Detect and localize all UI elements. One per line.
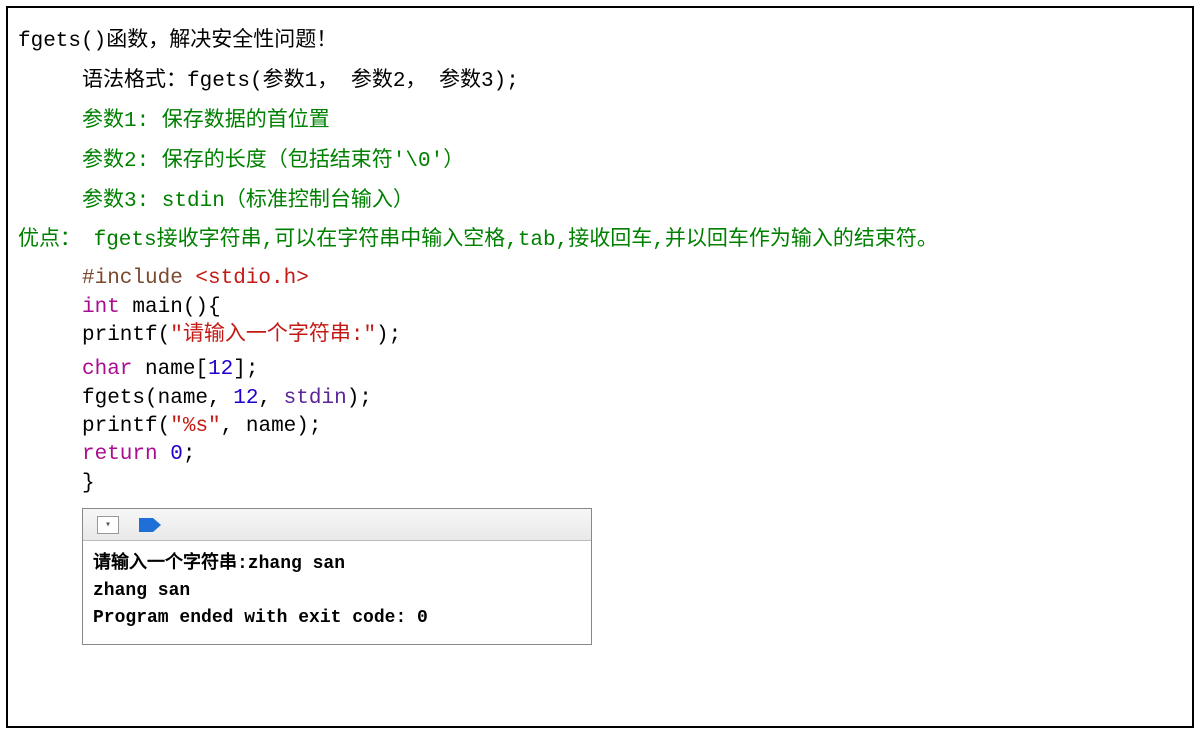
document-frame: fgets()函数，解决安全性问题！ 语法格式：fgets(参数1， 参数2， …	[6, 6, 1194, 728]
advantage-line: 优点： fgets接收字符串,可以在字符串中输入空格,tab,接收回车,并以回车…	[18, 221, 1182, 261]
console-line: Program ended with exit code: 0	[93, 605, 581, 632]
code-line-fgets: fgets(name, 12, stdin);	[82, 385, 1182, 413]
keyword-return: return	[82, 443, 158, 466]
code-block: #include <stdio.h> int main(){ printf("请…	[18, 265, 1182, 498]
code-line-decl: char name[12];	[82, 356, 1182, 384]
param3-line: 参数3: stdin（标准控制台输入）	[18, 182, 1182, 222]
keyword-int: int	[82, 296, 120, 319]
code-line-main: int main(){	[82, 294, 1182, 322]
include-header-token: <stdio.h>	[195, 267, 308, 290]
param1-line: 参数1: 保存数据的首位置	[18, 102, 1182, 142]
fn-printf: printf	[82, 324, 158, 347]
syntax-line: 语法格式：fgets(参数1， 参数2， 参数3);	[18, 62, 1182, 102]
chevron-down-icon: ▾	[105, 519, 111, 531]
keyword-char: char	[82, 358, 132, 381]
code-line-include: #include <stdio.h>	[82, 265, 1182, 293]
console-toolbar: ▾	[83, 509, 591, 541]
fn-printf2: printf	[82, 415, 158, 438]
string-literal: "请输入一个字符串:"	[170, 324, 376, 347]
number-12a: 12	[208, 358, 233, 381]
code-line-close-brace: }	[82, 470, 1182, 498]
code-line-return: return 0;	[82, 441, 1182, 469]
number-12b: 12	[233, 387, 258, 410]
console-line: zhang san	[93, 578, 581, 605]
tag-icon[interactable]	[139, 518, 161, 532]
main-decl: main(){	[120, 296, 221, 319]
console-output: 请输入一个字符串:zhang sanzhang sanProgram ended…	[83, 541, 591, 644]
preprocessor-token: #include	[82, 267, 195, 290]
console-line: 请输入一个字符串:zhang san	[93, 551, 581, 578]
console-panel: ▾ 请输入一个字符串:zhang sanzhang sanProgram end…	[82, 508, 592, 645]
code-line-printf1: printf("请输入一个字符串:");	[82, 322, 1182, 350]
console-filter-dropdown[interactable]: ▾	[97, 516, 119, 534]
stdin-token: stdin	[284, 387, 347, 410]
title-line: fgets()函数，解决安全性问题！	[18, 22, 1182, 62]
param2-line: 参数2: 保存的长度（包括结束符'\0'）	[18, 142, 1182, 182]
number-0: 0	[170, 443, 183, 466]
code-line-printf2: printf("%s", name);	[82, 413, 1182, 441]
fn-fgets: fgets(name,	[82, 387, 233, 410]
string-fmt: "%s"	[170, 415, 220, 438]
